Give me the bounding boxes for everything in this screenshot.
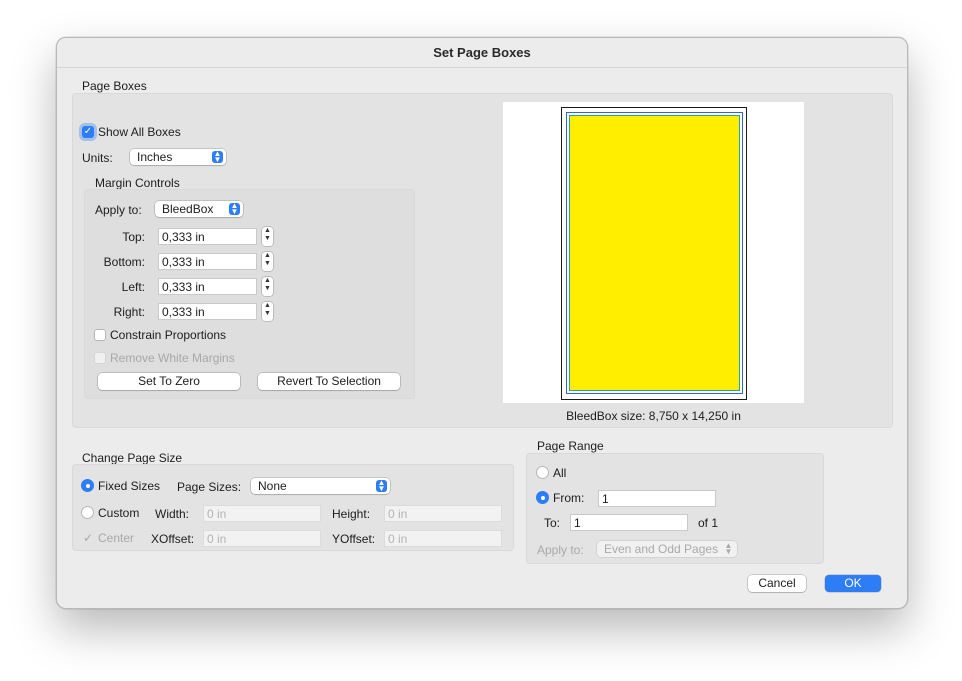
ok-button[interactable]: OK xyxy=(825,575,881,592)
units-value: Inches xyxy=(137,150,173,164)
height-label: Height: xyxy=(332,507,371,521)
left-label: Left: xyxy=(121,280,145,294)
yoffset-value: 0 in xyxy=(388,532,408,546)
custom-label: Custom xyxy=(98,506,140,520)
popup-chevron-icon: ▲ ▼ xyxy=(376,478,387,493)
dialog-title: Set Page Boxes xyxy=(57,38,907,68)
yoffset-field[interactable]: 0 in xyxy=(384,530,502,547)
page-preview xyxy=(503,102,804,403)
bottom-margin-value: 0,333 in xyxy=(162,255,205,269)
apply-to-label: Apply to: xyxy=(95,203,142,217)
show-all-boxes-checkbox[interactable]: ✓ xyxy=(82,126,94,138)
from-page-field[interactable]: 1 xyxy=(598,490,716,507)
apply-to-popup[interactable]: BleedBox ▲ ▼ xyxy=(155,201,243,217)
width-field[interactable]: 0 in xyxy=(203,505,321,522)
all-pages-label: All xyxy=(553,466,567,480)
top-margin-value: 0,333 in xyxy=(162,230,205,244)
height-value: 0 in xyxy=(388,507,408,521)
yoffset-label: YOffset: xyxy=(332,532,376,546)
page-count-text: of 1 xyxy=(698,516,719,530)
to-page-field[interactable]: 1 xyxy=(570,514,688,531)
popup-chevron-icon: ▲ ▼ xyxy=(724,541,733,556)
range-apply-to-popup[interactable]: Even and Odd Pages ▲ ▼ xyxy=(597,541,737,557)
range-apply-to-label: Apply to: xyxy=(537,543,584,557)
range-apply-to-value: Even and Odd Pages xyxy=(604,542,719,556)
popup-chevron-icon: ▲ ▼ xyxy=(229,201,240,216)
remove-white-margins-checkbox[interactable] xyxy=(94,352,106,364)
left-margin-stepper[interactable]: ▲ ▼ xyxy=(262,277,273,296)
page-sizes-label: Page Sizes: xyxy=(177,480,242,494)
custom-radio[interactable] xyxy=(81,506,94,519)
to-label: To: xyxy=(544,516,561,530)
xoffset-value: 0 in xyxy=(207,532,227,546)
from-radio[interactable] xyxy=(536,491,549,504)
right-margin-stepper[interactable]: ▲ ▼ xyxy=(262,302,273,321)
center-label: Center xyxy=(98,531,135,545)
fixed-sizes-label: Fixed Sizes xyxy=(98,479,161,493)
top-label: Top: xyxy=(122,230,145,244)
cancel-button[interactable]: Cancel xyxy=(748,575,806,592)
constrain-proportions-checkbox[interactable] xyxy=(94,329,106,341)
constrain-proportions-label: Constrain Proportions xyxy=(110,328,227,342)
left-margin-value: 0,333 in xyxy=(162,280,205,294)
set-page-boxes-dialog: Set Page Boxes Page Boxes ✓ Show All Box… xyxy=(56,37,908,609)
left-margin-field[interactable]: 0,333 in xyxy=(158,278,257,295)
xoffset-field[interactable]: 0 in xyxy=(203,530,321,547)
revert-to-selection-button[interactable]: Revert To Selection xyxy=(258,373,400,390)
apply-to-value: BleedBox xyxy=(162,202,214,216)
right-margin-field[interactable]: 0,333 in xyxy=(158,303,257,320)
xoffset-label: XOffset: xyxy=(151,532,195,546)
bottom-margin-stepper[interactable]: ▲ ▼ xyxy=(262,252,273,271)
set-to-zero-button[interactable]: Set To Zero xyxy=(98,373,240,390)
page-sizes-value: None xyxy=(258,479,287,493)
to-page-value: 1 xyxy=(574,516,581,530)
page-boxes-section-label: Page Boxes xyxy=(82,79,147,93)
all-pages-radio[interactable] xyxy=(536,466,549,479)
right-label: Right: xyxy=(113,305,145,319)
from-label: From: xyxy=(553,491,585,505)
fixed-sizes-radio[interactable] xyxy=(81,479,94,492)
show-all-boxes-label: Show All Boxes xyxy=(98,125,181,139)
trim-box-fill xyxy=(569,115,740,391)
units-popup[interactable]: Inches ▲ ▼ xyxy=(130,149,226,165)
width-label: Width: xyxy=(155,507,190,521)
remove-white-margins-label: Remove White Margins xyxy=(110,351,235,365)
change-page-size-section-label: Change Page Size xyxy=(82,451,183,465)
margin-controls-label: Margin Controls xyxy=(95,176,180,190)
height-field[interactable]: 0 in xyxy=(384,505,502,522)
box-size-text: BleedBox size: 8,750 x 14,250 in xyxy=(566,409,741,423)
bottom-label: Bottom: xyxy=(103,255,145,269)
top-margin-stepper[interactable]: ▲ ▼ xyxy=(262,227,273,246)
page-range-section-label: Page Range xyxy=(537,439,604,453)
page-sizes-popup[interactable]: None ▲ ▼ xyxy=(251,478,390,494)
right-margin-value: 0,333 in xyxy=(162,305,205,319)
from-page-value: 1 xyxy=(602,492,609,506)
units-label: Units: xyxy=(82,151,113,165)
popup-chevron-icon: ▲ ▼ xyxy=(212,149,223,164)
top-margin-field[interactable]: 0,333 in xyxy=(158,228,257,245)
width-value: 0 in xyxy=(207,507,227,521)
bottom-margin-field[interactable]: 0,333 in xyxy=(158,253,257,270)
center-check-icon[interactable]: ✓ xyxy=(83,531,93,545)
